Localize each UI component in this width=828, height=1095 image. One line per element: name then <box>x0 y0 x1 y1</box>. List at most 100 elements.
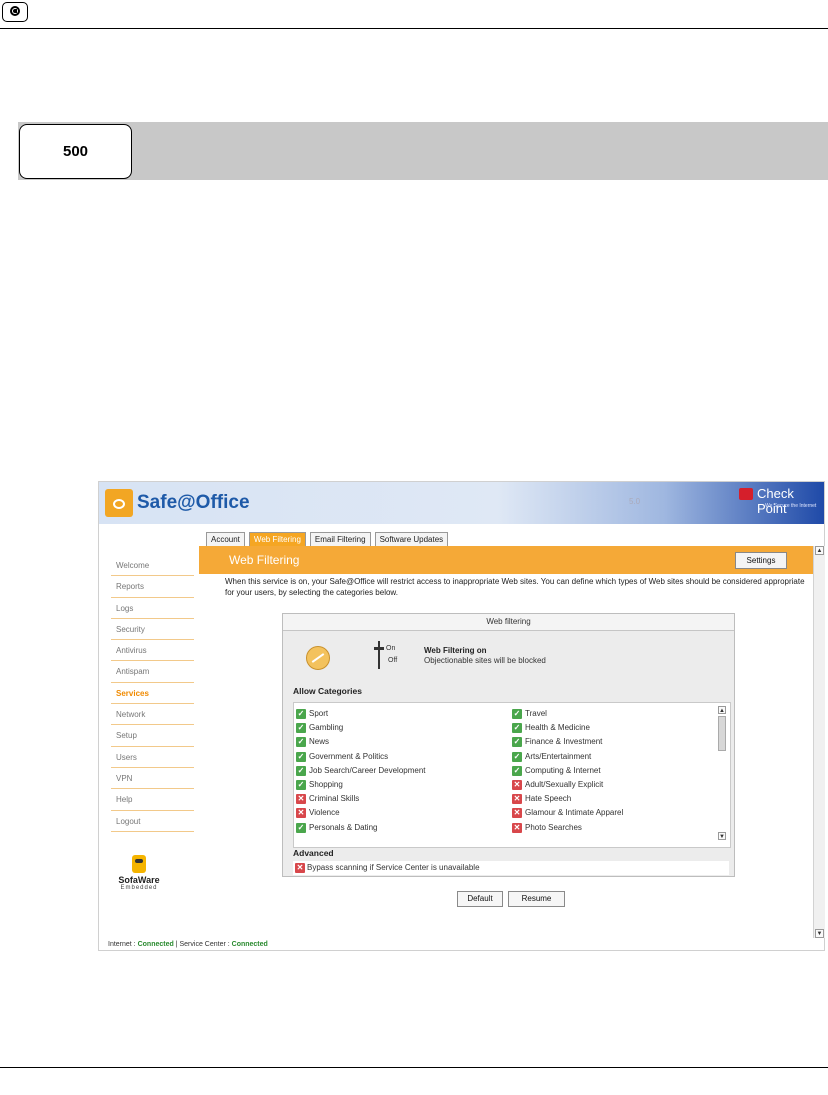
category-item[interactable]: ✓ Arts/Entertainment <box>512 750 623 764</box>
category-item[interactable]: ✕ Glamour & Intimate Apparel <box>512 806 623 820</box>
category-item[interactable]: ✓ Sport <box>296 707 426 721</box>
blocked-x-icon[interactable]: ✕ <box>296 808 306 819</box>
app-version: 5.0 <box>629 497 641 506</box>
category-label: Job Search/Career Development <box>309 765 426 775</box>
internet-status: Connected <box>137 941 174 948</box>
category-label: Finance & Investment <box>525 737 603 747</box>
advanced-heading: Advanced <box>293 848 334 858</box>
scroll-down-arrow-icon[interactable]: ▼ <box>718 832 726 840</box>
sidebar-item-security[interactable]: Security <box>111 619 194 641</box>
app-title: Safe@Office <box>137 492 250 513</box>
allowed-check-icon[interactable]: ✓ <box>296 709 306 719</box>
allowed-check-icon[interactable]: ✓ <box>512 723 522 734</box>
allowed-check-icon[interactable]: ✓ <box>296 723 306 734</box>
check-point-tagline: We Secure the Internet <box>765 503 817 509</box>
tab-web-filtering[interactable]: Web Filtering <box>248 532 306 546</box>
content-title-bar: Web Filtering Settings <box>199 546 813 574</box>
allowed-check-icon[interactable]: ✓ <box>512 709 522 719</box>
category-item[interactable]: ✓ Shopping <box>296 778 426 792</box>
status-subtitle: Objectionable sites will be blocked <box>424 656 546 665</box>
sidebar-item-antivirus[interactable]: Antivirus <box>111 640 194 662</box>
category-item[interactable]: ✓ Government & Politics <box>296 750 426 764</box>
safe-at-office-logo-icon <box>105 489 133 517</box>
allowed-check-icon[interactable]: ✓ <box>296 822 306 833</box>
sidebar-item-antispam[interactable]: Antispam <box>111 661 194 683</box>
category-label: Glamour & Intimate Apparel <box>525 808 624 818</box>
toggle-track[interactable] <box>378 641 380 669</box>
category-item[interactable]: ✓ Travel <box>512 707 623 721</box>
category-item[interactable]: ✕ Criminal Skills <box>296 792 426 806</box>
check-point-logo-icon <box>739 488 753 500</box>
sidebar-item-network[interactable]: Network <box>111 704 194 726</box>
allowed-check-icon[interactable]: ✓ <box>512 737 522 748</box>
page-scroll-up-arrow-icon[interactable]: ▲ <box>815 546 824 555</box>
panel-header: Web filtering <box>283 614 734 631</box>
blocked-x-icon[interactable]: ✕ <box>512 779 522 790</box>
allowed-check-icon[interactable]: ✓ <box>296 737 306 748</box>
sidebar-item-setup[interactable]: Setup <box>111 725 194 747</box>
page-scrollbar[interactable]: ▲ ▼ <box>813 546 825 938</box>
category-label: Government & Politics <box>309 751 389 761</box>
bypass-scanning-option[interactable]: ✕ Bypass scanning if Service Center is un… <box>293 861 729 875</box>
category-item[interactable]: ✕ Photo Searches <box>512 821 623 835</box>
categories-scrollbar[interactable]: ▲ ▼ <box>718 706 726 840</box>
category-label: Sport <box>309 709 329 718</box>
category-label: Personals & Dating <box>309 822 378 832</box>
blocked-x-icon[interactable]: ✕ <box>512 822 522 833</box>
category-label: Health & Medicine <box>525 723 590 733</box>
sidebar-item-help[interactable]: Help <box>111 789 194 811</box>
sidebar-item-services[interactable]: Services <box>111 683 194 705</box>
category-item[interactable]: ✓ Personals & Dating <box>296 821 426 835</box>
category-label: Criminal Skills <box>309 794 360 804</box>
category-item[interactable]: ✓ Gambling <box>296 721 426 735</box>
sidebar-item-vpn[interactable]: VPN <box>111 768 194 790</box>
default-button[interactable]: Default <box>457 891 503 907</box>
sidebar-item-logs[interactable]: Logs <box>111 598 194 619</box>
category-item[interactable]: ✓ Computing & Internet <box>512 764 623 778</box>
tab-software-updates[interactable]: Software Updates <box>374 532 449 546</box>
sofaware-mascot-icon <box>132 855 146 873</box>
tab-email-filtering[interactable]: Email Filtering <box>309 532 371 546</box>
scroll-up-arrow-icon[interactable]: ▲ <box>718 706 726 714</box>
status-bar: Internet : Connected | Service Center : … <box>108 941 268 948</box>
allowed-check-icon[interactable]: ✓ <box>296 779 306 790</box>
sidebar-item-reports[interactable]: Reports <box>111 576 194 598</box>
category-label: News <box>309 737 330 747</box>
toggle-on-label[interactable]: On <box>386 645 395 652</box>
category-item[interactable]: ✕ Adult/Sexually Explicit <box>512 778 623 792</box>
blocked-x-icon[interactable]: ✕ <box>296 794 306 805</box>
sidebar-item-welcome[interactable]: Welcome <box>111 555 194 577</box>
bypass-disabled-x-icon[interactable]: ✕ <box>295 863 305 873</box>
page-number-badge: 500 <box>19 124 132 179</box>
resume-button[interactable]: Resume <box>508 891 565 907</box>
blocked-x-icon[interactable]: ✕ <box>512 794 522 805</box>
category-label: Photo Searches <box>525 822 582 832</box>
allowed-check-icon[interactable]: ✓ <box>296 765 306 776</box>
category-label: Adult/Sexually Explicit <box>525 779 604 789</box>
allowed-check-icon[interactable]: ✓ <box>512 765 522 776</box>
allowed-check-icon[interactable]: ✓ <box>296 751 306 762</box>
service-center-status: Connected <box>231 941 268 948</box>
category-label: Violence <box>309 808 340 818</box>
toggle-handle[interactable] <box>374 647 384 650</box>
category-item[interactable]: ✕ Hate Speech <box>512 792 623 806</box>
settings-button[interactable]: Settings <box>735 552 787 569</box>
scroll-thumb[interactable] <box>718 716 726 751</box>
category-label: Gambling <box>309 723 344 733</box>
category-item[interactable]: ✕ Violence <box>296 806 426 820</box>
category-item[interactable]: ✓ Job Search/Career Development <box>296 764 426 778</box>
categories-left-column: ✓ Sport ✓ Gambling ✓ News ✓ Government & Pol… <box>296 707 426 835</box>
blocked-x-icon[interactable]: ✕ <box>512 808 522 819</box>
category-item[interactable]: ✓ Health & Medicine <box>512 721 623 735</box>
page-title: Web Filtering <box>229 553 300 567</box>
internet-label: Internet : <box>108 941 136 948</box>
page-scroll-down-arrow-icon[interactable]: ▼ <box>815 929 824 938</box>
service-description: When this service is on, your Safe@Offic… <box>225 577 805 597</box>
tab-account[interactable]: Account <box>206 532 245 546</box>
category-item[interactable]: ✓ News <box>296 735 426 749</box>
allowed-check-icon[interactable]: ✓ <box>512 751 522 762</box>
category-item[interactable]: ✓ Finance & Investment <box>512 735 623 749</box>
sidebar-item-users[interactable]: Users <box>111 747 194 768</box>
toggle-off-label[interactable]: Off <box>388 657 397 664</box>
sidebar-item-logout[interactable]: Logout <box>111 811 194 832</box>
